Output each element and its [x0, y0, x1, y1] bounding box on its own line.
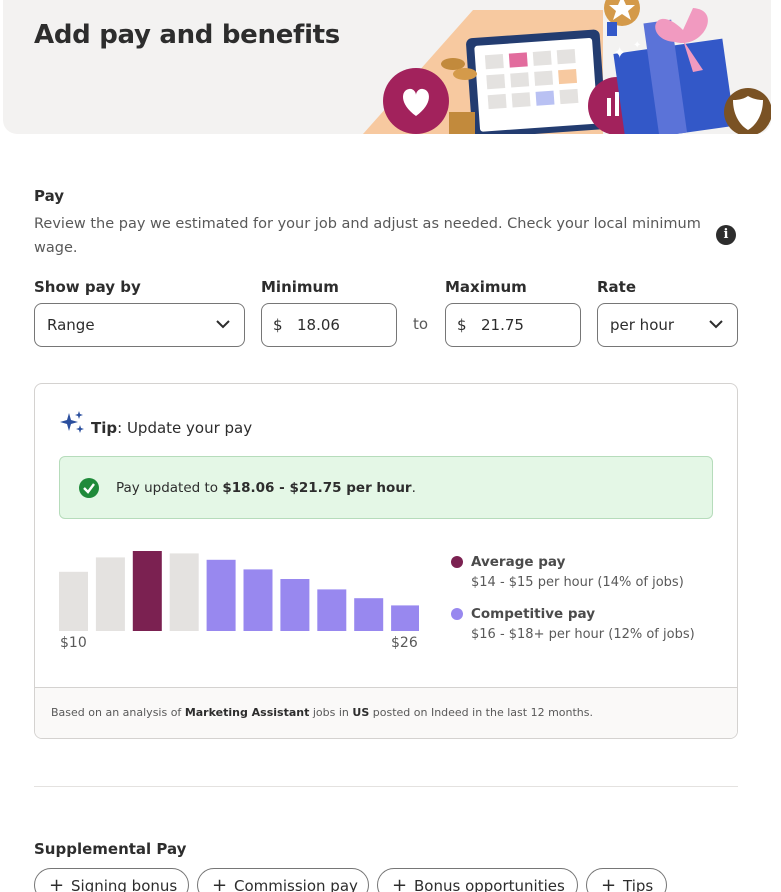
x-axis-max-label: $26 — [391, 635, 418, 651]
pay-distribution-chart — [59, 551, 419, 631]
plus-icon: + — [212, 875, 228, 892]
pay-updated-message: Pay updated to $18.06 - $21.75 per hour. — [116, 480, 416, 496]
minimum-input[interactable]: $ 18.06 — [261, 303, 397, 347]
minimum-value: 18.06 — [297, 316, 340, 334]
pay-bar-other — [59, 571, 88, 631]
pay-section-title: Pay — [34, 187, 65, 205]
bonus-opportunities-chip[interactable]: + Bonus opportunities — [377, 868, 578, 892]
range-to-text: to — [413, 315, 429, 333]
maximum-value: 21.75 — [481, 316, 524, 334]
currency-symbol: $ — [273, 316, 283, 334]
chevron-down-icon — [709, 320, 723, 329]
show-pay-by-select[interactable]: Range — [34, 303, 245, 347]
competitive-pay-legend-dot — [451, 608, 463, 620]
pay-bar-competitive — [391, 605, 419, 631]
svg-text:✦: ✦ — [633, 40, 641, 51]
show-pay-by-label: Show pay by — [34, 278, 141, 296]
currency-symbol: $ — [457, 316, 467, 334]
pay-description: Review the pay we estimated for your job… — [34, 216, 701, 256]
pay-bar-competitive — [280, 579, 310, 631]
supplemental-pay-title: Supplemental Pay — [34, 840, 187, 858]
info-icon[interactable]: i — [716, 225, 736, 245]
pay-bar-competitive — [243, 569, 273, 631]
average-pay-legend-dot — [451, 556, 463, 568]
svg-text:✦: ✦ — [613, 43, 626, 62]
competitive-pay-legend-range: $16 - $18+ per hour (12% of jobs) — [471, 627, 695, 642]
average-pay-legend-title: Average pay — [471, 554, 566, 570]
pay-bar-competitive — [206, 559, 236, 631]
analysis-footnote: Based on an analysis of Marketing Assist… — [35, 687, 737, 738]
maximum-input[interactable]: $ 21.75 — [445, 303, 581, 347]
hero-banner: ✦ ✦ Add pay and benefits — [3, 0, 771, 134]
commission-pay-chip[interactable]: + Commission pay — [197, 868, 369, 892]
sparkle-icon — [60, 411, 84, 433]
analysis-footnote-text: Based on an analysis of Marketing Assist… — [51, 706, 593, 719]
x-axis-min-label: $10 — [60, 635, 87, 651]
rate-label: Rate — [597, 278, 637, 296]
pay-bar-competitive — [354, 598, 384, 631]
competitive-pay-legend-title: Competitive pay — [471, 606, 596, 622]
pay-bar-average — [132, 551, 162, 631]
signing-bonus-chip[interactable]: + Signing bonus — [34, 868, 189, 892]
pay-bar-competitive — [317, 589, 347, 631]
pay-bar-other — [95, 557, 125, 631]
tip-title: Tip: Update your pay — [91, 419, 253, 437]
pay-updated-banner: Pay updated to $18.06 - $21.75 per hour. — [59, 456, 713, 519]
rate-value: per hour — [610, 316, 675, 334]
maximum-label: Maximum — [445, 278, 527, 296]
tips-chip[interactable]: + Tips — [586, 868, 667, 892]
section-divider — [34, 786, 738, 787]
average-pay-legend-range: $14 - $15 per hour (14% of jobs) — [471, 575, 684, 590]
checkmark-icon — [79, 478, 99, 498]
show-pay-by-value: Range — [47, 316, 95, 334]
plus-icon: + — [392, 875, 408, 892]
plus-icon: + — [601, 875, 617, 892]
minimum-label: Minimum — [261, 278, 339, 296]
plus-icon: + — [49, 875, 65, 892]
page-title: Add pay and benefits — [34, 20, 340, 50]
rate-select[interactable]: per hour — [597, 303, 738, 347]
chevron-down-icon — [216, 320, 230, 329]
pay-bar-other — [169, 553, 199, 631]
pay-tip-card: Tip: Update your pay Pay updated to $18.… — [34, 383, 738, 739]
